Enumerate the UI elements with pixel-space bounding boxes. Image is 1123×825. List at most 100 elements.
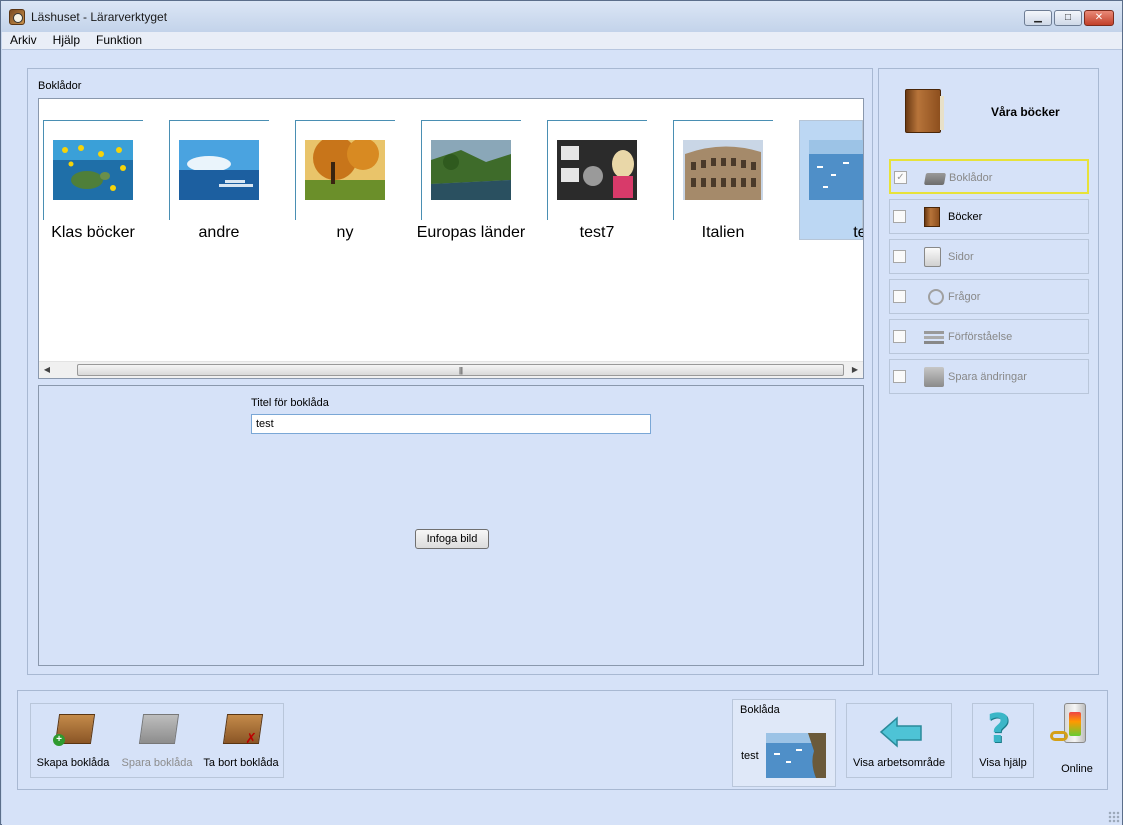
step-sidor[interactable]: Sidor — [889, 239, 1089, 274]
save-icon — [924, 367, 944, 387]
title-field-label: Titel för boklåda — [251, 397, 329, 409]
save-bookbox-label: Spara boklåda — [121, 757, 193, 769]
current-bookbox-thumbnail — [766, 733, 826, 778]
page-icon — [924, 247, 941, 267]
step-checkbox[interactable] — [893, 290, 906, 303]
step-fragor[interactable]: Frågor — [889, 279, 1089, 314]
box-icon — [923, 173, 947, 185]
resize-grip-icon[interactable] — [1108, 811, 1120, 823]
tile-caption: test7 — [579, 224, 615, 241]
bookbox-group-label: Boklådor — [38, 80, 82, 92]
show-workspace-label: Visa arbetsområde — [852, 757, 946, 769]
box-delete-icon — [222, 714, 264, 744]
delete-bookbox-button[interactable]: ✗ Ta bort boklåda — [199, 704, 283, 779]
minimize-icon: ▁ — [1034, 12, 1042, 23]
delete-mark-icon: ✗ — [245, 730, 257, 746]
delete-bookbox-label: Ta bort boklåda — [203, 757, 279, 769]
menu-arkiv[interactable]: Arkiv — [2, 32, 45, 49]
bookbox-tile[interactable]: ny — [295, 120, 421, 242]
online-label: Online — [1061, 763, 1093, 775]
show-help-button[interactable]: ? Visa hjälp — [972, 703, 1034, 778]
show-help-label: Visa hjälp — [979, 757, 1027, 769]
bookbox-tile[interactable]: Europas länder — [417, 120, 547, 242]
bookbox-actions: + Skapa boklåda Spara boklåda ✗ Ta bort … — [30, 703, 284, 778]
bookbox-tile[interactable]: andre — [169, 120, 295, 242]
gallery-scrollbar[interactable]: ◀ ||| ▶ — [39, 361, 863, 378]
bookbox-tile[interactable]: test7 — [547, 120, 673, 242]
workflow-header: Våra böcker — [879, 69, 1098, 149]
step-label: Förförståelse — [948, 331, 1013, 343]
bookbox-tile[interactable]: Klas böcker — [43, 120, 169, 242]
step-bocker[interactable]: Böcker — [889, 199, 1089, 234]
window-title: Läshuset - Lärarverktyget — [31, 10, 168, 24]
key-icon — [1050, 731, 1068, 741]
close-button[interactable]: ✕ — [1084, 10, 1114, 26]
tile-caption: Europas länder — [416, 224, 526, 241]
app-window: Läshuset - Lärarverktyget ▁ □ ✕ Arkiv Hj… — [0, 0, 1123, 825]
step-label: Spara ändringar — [948, 371, 1027, 383]
maximize-button[interactable]: □ — [1054, 10, 1082, 26]
online-status[interactable]: Online — [1048, 703, 1106, 778]
window-controls: ▁ □ ✕ — [1024, 10, 1114, 26]
book-icon — [924, 207, 940, 227]
workflow-panel: Våra böcker ✓ Boklådor Böcker Sidor Fråg… — [878, 68, 1099, 675]
bookbox-editor: Titel för boklåda Infoga bild — [38, 385, 864, 666]
thumbnail-collage — [557, 140, 637, 200]
bookbox-tile[interactable]: Italien — [673, 120, 799, 242]
step-forforstaelse[interactable]: Förförståelse — [889, 319, 1089, 354]
maximize-icon: □ — [1064, 12, 1072, 23]
close-icon: ✕ — [1094, 12, 1104, 23]
minimize-button[interactable]: ▁ — [1024, 10, 1052, 26]
show-workspace-button[interactable]: Visa arbetsområde — [846, 703, 952, 778]
app-logo-icon — [9, 9, 25, 25]
thumbnail-sea-turtle — [53, 140, 133, 200]
thumbnail-colosseum — [683, 140, 763, 200]
insert-image-button[interactable]: Infoga bild — [415, 529, 489, 549]
menu-funktion[interactable]: Funktion — [88, 32, 150, 49]
gallery-track: Klas böcker andre ny Europas länder test… — [43, 120, 863, 242]
create-bookbox-button[interactable]: + Skapa boklåda — [31, 704, 115, 779]
title-input[interactable] — [251, 414, 651, 434]
box-save-icon — [138, 714, 180, 744]
help-icon: ? — [987, 706, 1011, 752]
step-label: Böcker — [948, 211, 983, 223]
step-checkbox[interactable] — [893, 250, 906, 263]
thumbnail-coastline — [431, 140, 511, 200]
workflow-title: Våra böcker — [991, 105, 1060, 119]
step-spara-andringar[interactable]: Spara ändringar — [889, 359, 1089, 394]
tile-caption: Italien — [701, 224, 745, 241]
client-area: Boklådor Klas böcker andre ny Europas lä… — [2, 49, 1122, 825]
workflow-steps: ✓ Boklådor Böcker Sidor Frågor Förförstå… — [889, 159, 1089, 399]
tile-caption: Klas böcker — [51, 224, 135, 241]
tile-caption: andre — [198, 224, 240, 241]
menu-hjalp[interactable]: Hjälp — [45, 32, 88, 49]
lines-icon — [924, 327, 944, 347]
tile-caption: ny — [336, 224, 354, 241]
question-icon — [924, 287, 944, 307]
step-checkbox[interactable] — [893, 210, 906, 223]
scroll-right-icon[interactable]: ▶ — [849, 364, 861, 376]
step-bokladior[interactable]: ✓ Boklådor — [889, 159, 1089, 194]
current-bookbox-title: Boklåda — [740, 704, 780, 716]
thumbnail-blue-bay — [809, 140, 863, 200]
create-bookbox-label: Skapa boklåda — [36, 757, 110, 769]
menu-bar: Arkiv Hjälp Funktion — [2, 32, 1122, 49]
current-bookbox-name: test — [741, 750, 759, 762]
scroll-left-icon[interactable]: ◀ — [41, 364, 53, 376]
step-label: Boklådor — [949, 172, 993, 184]
save-bookbox-button[interactable]: Spara boklåda — [115, 704, 199, 779]
bookbox-panel: Boklådor Klas böcker andre ny Europas lä… — [27, 68, 873, 675]
scrollbar-thumb[interactable]: ||| — [77, 364, 844, 376]
title-bar: Läshuset - Lärarverktyget ▁ □ ✕ — [1, 1, 1122, 32]
current-bookbox: Boklåda test — [732, 699, 836, 787]
thumbnail-autumn-tree — [305, 140, 385, 200]
step-label: Frågor — [948, 291, 981, 303]
step-checkbox[interactable] — [893, 370, 906, 383]
scroll-grip-icon: ||| — [458, 366, 463, 375]
step-checkbox[interactable]: ✓ — [894, 171, 907, 184]
bookbox-tile-selected[interactable]: test — [799, 120, 863, 242]
step-checkbox[interactable] — [893, 330, 906, 343]
book-icon — [905, 89, 944, 133]
tile-caption: test — [853, 224, 863, 241]
arrow-left-icon — [879, 716, 922, 748]
